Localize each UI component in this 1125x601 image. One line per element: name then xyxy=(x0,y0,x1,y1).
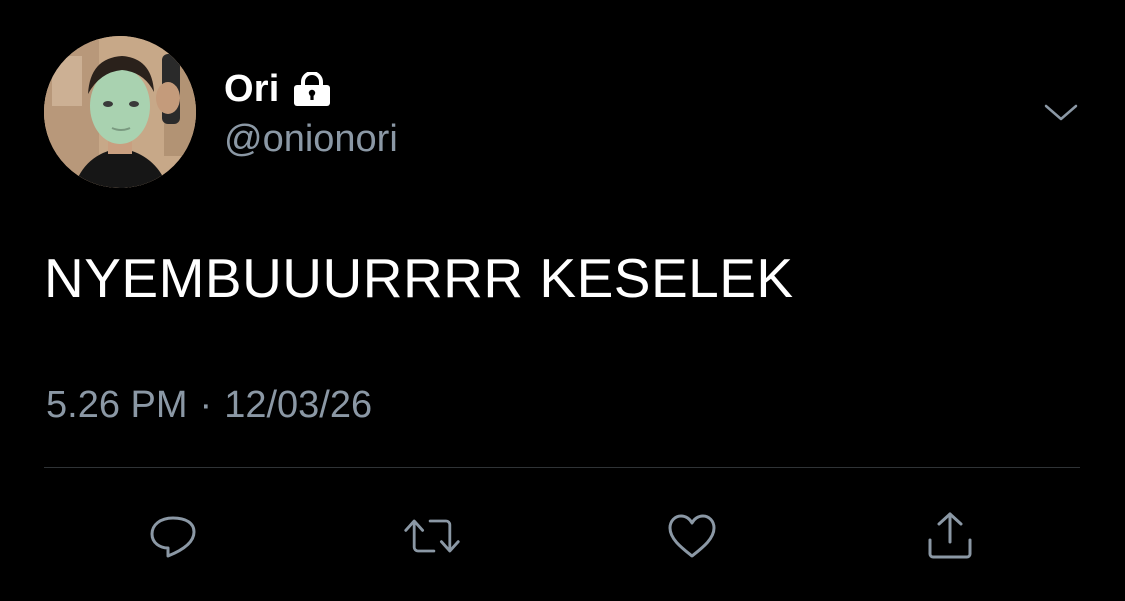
timestamp-separator: · xyxy=(199,384,213,426)
share-button[interactable] xyxy=(920,506,980,566)
avatar[interactable] xyxy=(44,36,196,188)
author-name-row: Ori xyxy=(224,64,332,114)
tweet-card: Ori @onionori NYEMBUUURRRR KESELEK 5.26 … xyxy=(0,0,1125,601)
chevron-down-icon xyxy=(1044,104,1078,121)
tweet-options-button[interactable] xyxy=(1038,94,1084,134)
like-button[interactable] xyxy=(662,506,722,566)
display-name[interactable]: Ori xyxy=(224,68,280,111)
lock-icon xyxy=(293,72,330,106)
tweet-timestamp[interactable]: 5.26 PM · 12/03/26 xyxy=(46,384,372,427)
reply-icon xyxy=(150,516,196,558)
reply-button[interactable] xyxy=(144,506,204,566)
avatar-image xyxy=(44,36,196,188)
divider xyxy=(44,467,1080,468)
tweet-text: NYEMBUUURRRR KESELEK xyxy=(44,247,794,309)
tweet-date: 12/03/26 xyxy=(224,384,373,426)
retweet-button[interactable] xyxy=(402,506,462,566)
tweet-time: 5.26 PM xyxy=(46,384,188,426)
retweet-icon xyxy=(404,519,460,553)
share-icon xyxy=(928,512,972,559)
heart-icon xyxy=(668,514,716,558)
username[interactable]: @onionori xyxy=(224,118,398,161)
